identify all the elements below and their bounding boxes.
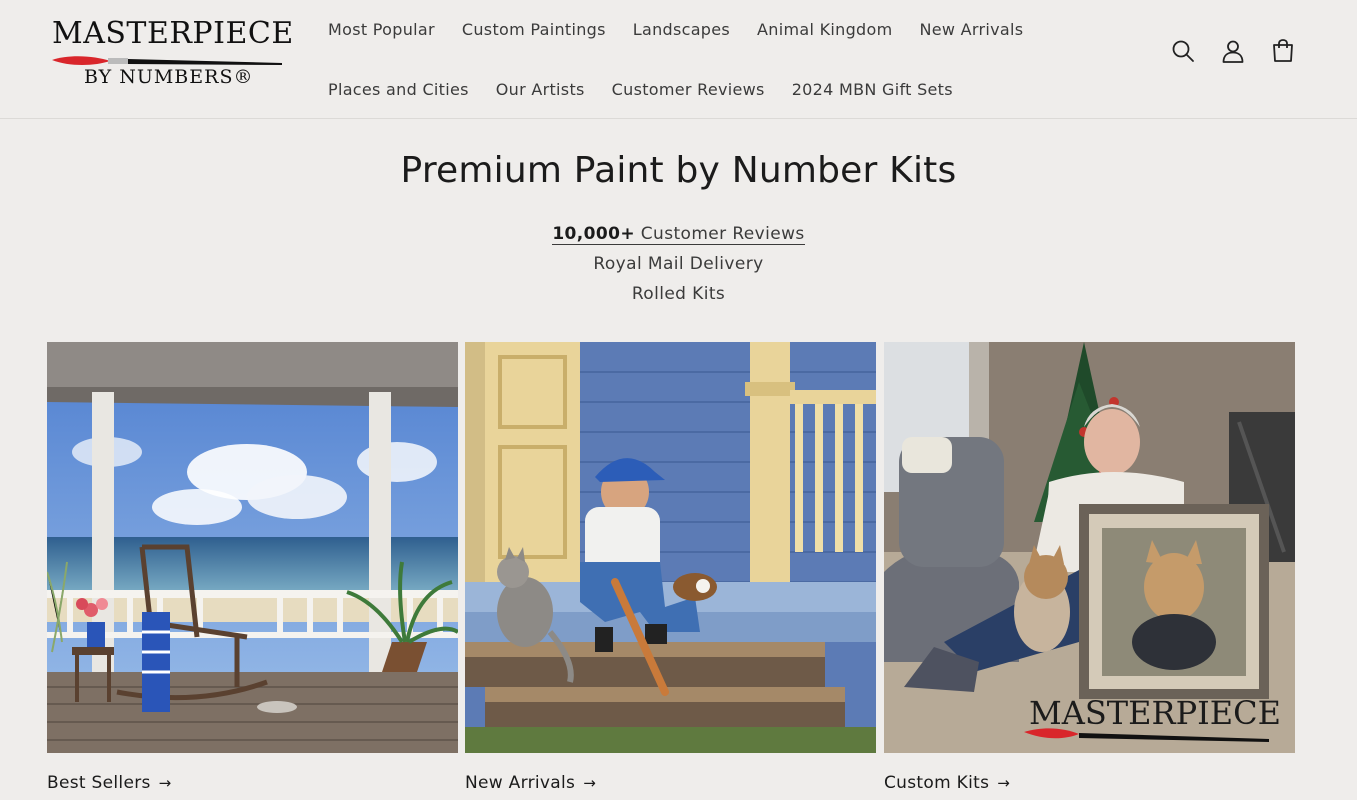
custom-kits-link[interactable]: Custom Kits → (884, 773, 1295, 793)
arrow-right-icon: → (583, 774, 597, 792)
account-icon[interactable] (1220, 38, 1246, 64)
nav-animal-kingdom[interactable]: Animal Kingdom (757, 20, 892, 39)
collection-card-custom-kits[interactable]: MASTERPIECE Custom Kits → (884, 342, 1295, 793)
page-title: Premium Paint by Number Kits (400, 150, 957, 191)
nav-our-artists[interactable]: Our Artists (496, 80, 585, 99)
rolled-kits-text: Rolled Kits (631, 284, 726, 304)
logo-text-line2: BY NUMBERS® (84, 66, 254, 88)
watermark-text: MASTERPIECE (1029, 694, 1281, 732)
nav-row-1: Most Popular Custom Paintings Landscapes… (328, 18, 1023, 40)
reviews-text: Customer Reviews (634, 224, 805, 244)
header-icons (1170, 38, 1296, 64)
best-sellers-link[interactable]: Best Sellers → (47, 773, 458, 793)
logo-text-line1: MASTERPIECE (52, 16, 294, 51)
cart-icon[interactable] (1270, 38, 1296, 64)
nav-new-arrivals[interactable]: New Arrivals (919, 20, 1023, 39)
new-arrivals-image[interactable] (465, 342, 876, 753)
nav-customer-reviews[interactable]: Customer Reviews (612, 80, 765, 99)
search-icon[interactable] (1170, 38, 1196, 64)
collection-card-best-sellers[interactable]: Best Sellers → (47, 342, 458, 793)
new-arrivals-link[interactable]: New Arrivals → (465, 773, 876, 793)
nav-most-popular[interactable]: Most Popular (328, 20, 435, 39)
customer-reviews-link[interactable]: 10,000+ Customer Reviews (552, 224, 805, 245)
arrow-right-icon: → (997, 774, 1011, 792)
arrow-right-icon: → (158, 774, 172, 792)
brand-logo[interactable]: MASTERPIECE BY NUMBERS® (50, 14, 293, 92)
nav-row-2: Places and Cities Our Artists Customer R… (328, 66, 953, 113)
nav-landscapes[interactable]: Landscapes (633, 20, 730, 39)
hero-highlights: 10,000+ Customer Reviews Royal Mail Deli… (0, 222, 1357, 312)
nav-gift-sets[interactable]: 2024 MBN Gift Sets (792, 80, 953, 99)
site-header: MASTERPIECE BY NUMBERS® Most Popular Cus… (0, 0, 1357, 119)
new-arrivals-label: New Arrivals (465, 773, 576, 793)
nav-custom-paintings[interactable]: Custom Paintings (462, 20, 606, 39)
reviews-count: 10,000+ (552, 224, 635, 244)
delivery-text: Royal Mail Delivery (593, 254, 764, 274)
best-sellers-label: Best Sellers (47, 773, 151, 793)
best-sellers-image[interactable] (47, 342, 458, 753)
custom-kits-label: Custom Kits (884, 773, 990, 793)
custom-kits-image[interactable]: MASTERPIECE (884, 342, 1295, 753)
collection-card-new-arrivals[interactable]: New Arrivals → (465, 342, 876, 793)
nav-places-and-cities[interactable]: Places and Cities (328, 80, 469, 99)
